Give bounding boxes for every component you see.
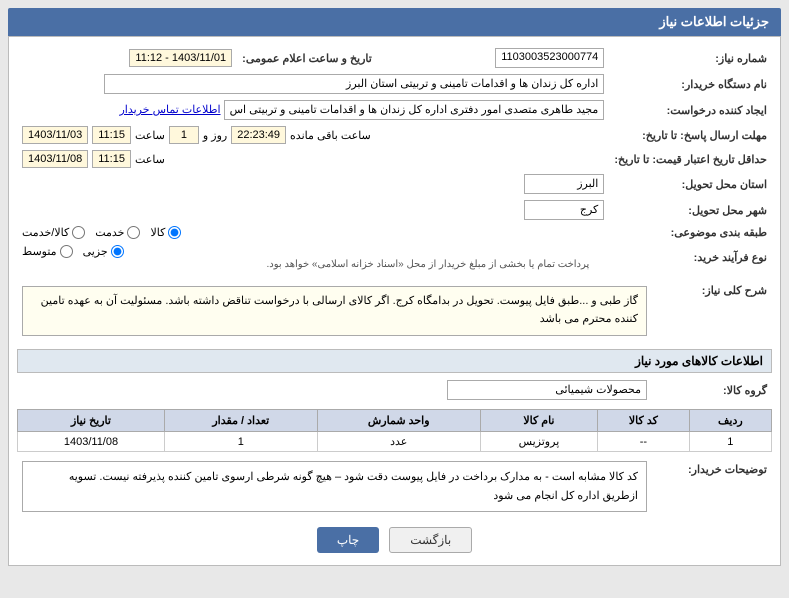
cell-quantity: 1 — [164, 432, 317, 452]
buyer-notes-cell: کد کالا مشابه است - به مدارک برداخت در ف… — [17, 458, 652, 515]
info-table: شماره نیاز: 1103003523000774 تاریخ و ساع… — [17, 45, 772, 273]
price-date: 1403/11/08 — [22, 150, 88, 168]
goods-group-value: محصولات شیمیائی — [447, 380, 647, 400]
price-time: 11:15 — [92, 150, 131, 168]
creator-value: مجید طاهری متصدی امور دفتری اداره کل زند… — [224, 100, 605, 120]
buyer-notes-table: توضیحات خریدار: کد کالا مشابه است - به م… — [17, 458, 772, 515]
city-label: شهر محل تحویل: — [609, 197, 772, 223]
bottom-buttons: بازگشت چاپ — [17, 523, 772, 557]
col-unit: واحد شمارش — [317, 410, 480, 432]
cell-row-num: 1 — [689, 432, 771, 452]
province-label: استان محل تحویل: — [609, 171, 772, 197]
description-label: شرح کلی نیاز: — [652, 279, 772, 343]
page-header: جزئیات اطلاعات نیاز — [8, 8, 781, 36]
price-deadline-cell: ساعت 11:15 1403/11/08 — [17, 147, 609, 171]
goods-group-label: گروه کالا: — [652, 377, 772, 403]
category-cell: کالا/خدمت خدمت کالا — [17, 223, 609, 242]
purchase-option-motavasset[interactable]: متوسط — [22, 245, 73, 258]
cell-unit: عدد — [317, 432, 480, 452]
purchase-type-label: نوع فرآیند خرید: — [609, 242, 772, 273]
payment-note: پرداخت تمام یا بخشی از مبلغ خریدار از مح… — [267, 259, 590, 270]
description-cell: گاز طبی و ...طبق فایل پیوست. تحویل در بد… — [17, 279, 652, 343]
description-content: گاز طبی و ...طبق فایل پیوست. تحویل در بد… — [31, 293, 638, 328]
province-cell: البرز — [17, 171, 609, 197]
buyer-notes-content: کد کالا مشابه است - به مدارک برداخت در ف… — [69, 471, 638, 502]
date-time-cell: 1403/11/01 - 11:12 — [17, 45, 237, 71]
buyer-org-value: اداره کل زندان ها و اقدامات تامینی و ترب… — [104, 74, 604, 94]
col-date: تاریخ نیاز — [18, 410, 165, 432]
response-deadline-label: مهلت ارسال پاسخ: تا تاریخ: — [609, 123, 772, 147]
price-deadline-label: حداقل تاریخ اعتبار قیمت: تا تاریخ: — [609, 147, 772, 171]
response-day-count: 1 — [169, 126, 199, 144]
remaining-label: ساعت باقی مانده — [290, 129, 371, 142]
category-option-khadamat[interactable]: کالا/خدمت — [22, 226, 85, 239]
main-container: جزئیات اطلاعات نیاز شماره نیاز: 11030035… — [0, 0, 789, 598]
province-value: البرز — [524, 174, 604, 194]
buyer-org-label: نام دستگاه خریدار: — [609, 71, 772, 97]
description-text: گاز طبی و ...طبق فایل پیوست. تحویل در بد… — [22, 286, 647, 336]
creator-link[interactable]: اطلاعات تماس خریدار — [119, 104, 220, 116]
buyer-notes-label: توضیحات خریدار: — [652, 458, 772, 515]
col-code: کد کالا — [598, 410, 690, 432]
purchase-option-jozi[interactable]: جزیی — [83, 245, 124, 258]
response-date: 1403/11/03 — [22, 126, 88, 144]
creator-cell: مجید طاهری متصدی امور دفتری اداره کل زند… — [17, 97, 609, 123]
goods-section-title: اطلاعات کالاهای مورد نیاز — [17, 349, 772, 373]
goods-group-cell: محصولات شیمیائی — [17, 377, 652, 403]
table-row: 1 -- پروتزیس عدد 1 1403/11/08 — [18, 432, 772, 452]
goods-data-table: ردیف کد کالا نام کالا واحد شمارش تعداد /… — [17, 409, 772, 452]
creator-label: ایجاد کننده درخواست: — [609, 97, 772, 123]
date-time-value: 1403/11/01 - 11:12 — [129, 49, 232, 67]
page-title: جزئیات اطلاعات نیاز — [659, 14, 769, 29]
city-value: کرج — [524, 200, 604, 220]
need-number-label: شماره نیاز: — [609, 45, 772, 71]
content-area: شماره نیاز: 1103003523000774 تاریخ و ساع… — [8, 36, 781, 566]
cell-name: پروتزیس — [480, 432, 597, 452]
date-time-label: تاریخ و ساعت اعلام عمومی: — [237, 45, 377, 71]
buyer-org-cell: اداره کل زندان ها و اقدامات تامینی و ترب… — [17, 71, 609, 97]
buyer-notes-text: کد کالا مشابه است - به مدارک برداخت در ف… — [22, 461, 647, 512]
goods-group-table: گروه کالا: محصولات شیمیائی — [17, 377, 772, 403]
back-button[interactable]: بازگشت — [389, 527, 472, 553]
print-button[interactable]: چاپ — [317, 527, 379, 553]
need-number-cell: 1103003523000774 — [377, 45, 609, 71]
city-cell: کرج — [17, 197, 609, 223]
description-table: شرح کلی نیاز: گاز طبی و ...طبق فایل پیوس… — [17, 279, 772, 343]
cell-code: -- — [598, 432, 690, 452]
col-name: نام کالا — [480, 410, 597, 432]
purchase-type-cell: متوسط جزیی پرداخت تمام یا بخشی از مبلغ خ… — [17, 242, 609, 273]
category-option-khedmat[interactable]: خدمت — [95, 226, 140, 239]
category-option-kala[interactable]: کالا — [150, 226, 181, 239]
remaining-time: 22:23:49 — [231, 126, 286, 144]
col-quantity: تعداد / مقدار — [164, 410, 317, 432]
col-row-num: ردیف — [689, 410, 771, 432]
cell-date: 1403/11/08 — [18, 432, 165, 452]
category-label: طبقه بندی موضوعی: — [609, 223, 772, 242]
response-deadline-cell: ساعت باقی مانده 22:23:49 روز و 1 ساعت 11… — [17, 123, 609, 147]
response-time: 11:15 — [92, 126, 131, 144]
need-number-value: 1103003523000774 — [495, 48, 604, 68]
